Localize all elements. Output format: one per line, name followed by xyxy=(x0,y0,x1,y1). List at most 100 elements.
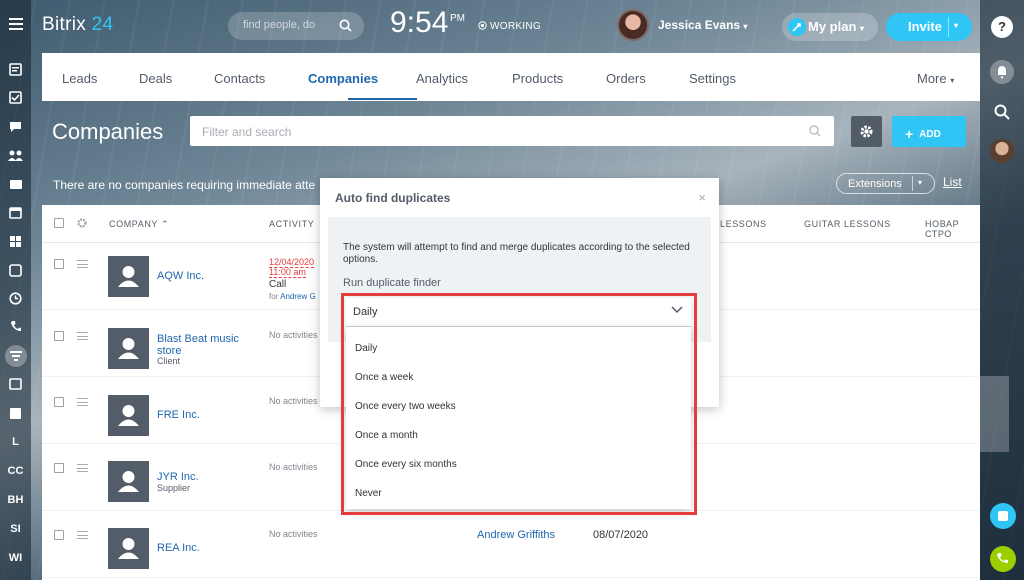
global-search-input[interactable]: find people, do xyxy=(228,12,364,40)
activity-status: No activities xyxy=(269,529,318,539)
tab-settings[interactable]: Settings xyxy=(689,71,736,86)
activity-for: for Andrew G xyxy=(269,292,316,301)
row-checkbox[interactable] xyxy=(54,259,64,269)
chevron-down-icon: ▾ xyxy=(950,76,955,85)
chevron-down-icon: ▾ xyxy=(743,22,748,31)
chevron-right-icon xyxy=(957,402,970,426)
status-dot-icon xyxy=(478,21,487,30)
settings-button[interactable] xyxy=(851,116,882,147)
search-icon xyxy=(809,125,821,137)
sidebar-label-wi[interactable]: WI xyxy=(0,552,31,564)
company-logo-placeholder xyxy=(108,528,149,569)
filter-search-input[interactable]: Filter and search xyxy=(190,116,834,146)
dialog-description: The system will attempt to find and merg… xyxy=(343,242,690,265)
clock[interactable]: 9:54 PM xyxy=(390,6,465,40)
open-lines-icon[interactable] xyxy=(990,503,1016,529)
rocket-icon xyxy=(788,18,806,36)
dialog-title: Auto find duplicates xyxy=(335,191,451,205)
select-all-checkbox[interactable] xyxy=(54,218,64,228)
run-finder-label: Run duplicate finder xyxy=(343,277,441,289)
clock-icon[interactable] xyxy=(0,292,31,305)
tab-more[interactable]: More ▾ xyxy=(917,71,954,86)
contact-center-icon[interactable] xyxy=(0,407,31,420)
gear-icon xyxy=(860,125,873,138)
column-lessons[interactable]: LESSONS xyxy=(720,219,767,229)
highlight-box xyxy=(341,293,697,515)
sidebar-label-l[interactable]: L xyxy=(0,436,31,448)
my-plan-button[interactable]: My plan ▾ xyxy=(782,13,878,41)
created-date: 08/07/2020 xyxy=(593,529,649,541)
row-checkbox[interactable] xyxy=(54,530,64,540)
row-checkbox[interactable] xyxy=(54,463,64,473)
table-row[interactable]: REA Inc. No activities Andrew Griffiths … xyxy=(42,512,980,578)
sites-icon[interactable] xyxy=(0,378,31,390)
apps-icon[interactable] xyxy=(0,235,31,248)
row-menu-icon[interactable] xyxy=(77,260,88,268)
row-menu-icon[interactable] xyxy=(77,531,88,539)
row-checkbox[interactable] xyxy=(54,331,64,341)
sidebar-label-bh[interactable]: BH xyxy=(0,494,31,506)
add-button[interactable]: + ADD xyxy=(892,116,966,147)
drive-icon[interactable] xyxy=(0,178,31,190)
help-icon[interactable]: ? xyxy=(991,16,1013,38)
calendar-icon[interactable] xyxy=(0,206,31,219)
crm-icon[interactable] xyxy=(0,345,31,369)
tasks-icon[interactable] xyxy=(0,91,31,104)
feed-icon[interactable] xyxy=(0,63,31,76)
tab-leads[interactable]: Leads xyxy=(62,71,97,86)
column-activity[interactable]: ACTIVITY xyxy=(269,219,314,229)
company-type: Client xyxy=(157,356,181,366)
hamburger-menu-icon[interactable] xyxy=(0,18,31,30)
row-checkbox[interactable] xyxy=(54,397,64,407)
row-menu-icon[interactable] xyxy=(77,398,88,406)
row-menu-icon[interactable] xyxy=(77,332,88,340)
sidebar-label-cc[interactable]: CC xyxy=(0,465,31,477)
phone-icon[interactable] xyxy=(0,320,31,332)
active-tab-indicator xyxy=(348,98,417,100)
row-menu-icon[interactable] xyxy=(77,464,88,472)
gear-icon[interactable] xyxy=(76,217,88,229)
list-view-toggle[interactable]: List xyxy=(943,175,962,189)
right-sidebar: ? xyxy=(980,0,1024,580)
scroll-right-button[interactable] xyxy=(939,376,1009,452)
search-icon[interactable] xyxy=(994,104,1010,123)
column-novar[interactable]: НОВАР СТРО xyxy=(925,219,980,239)
company-logo-placeholder xyxy=(108,461,149,502)
activity-status: No activities xyxy=(269,462,318,472)
chevron-down-icon[interactable]: ▾ xyxy=(954,21,958,30)
groups-icon[interactable] xyxy=(0,149,31,161)
sidebar-label-si[interactable]: SI xyxy=(0,523,31,535)
company-type: Supplier xyxy=(157,483,191,493)
contact-avatar[interactable] xyxy=(990,139,1014,163)
page-title: Companies xyxy=(52,119,164,144)
user-avatar[interactable] xyxy=(617,9,649,41)
close-icon[interactable]: × xyxy=(698,190,706,205)
column-company[interactable]: COMPANY ⌃ xyxy=(109,219,169,230)
responsible-link[interactable]: Andrew Griffiths xyxy=(477,529,555,541)
plus-icon: + xyxy=(905,126,914,142)
extensions-button[interactable]: Extensions ▾ xyxy=(836,173,935,194)
sync-icon[interactable] xyxy=(0,264,31,277)
user-menu[interactable]: Jessica Evans ▾ xyxy=(658,18,747,32)
tab-products[interactable]: Products xyxy=(512,71,563,86)
company-name-link[interactable]: AQW Inc. xyxy=(157,270,204,282)
activity-status: No activities xyxy=(269,396,318,406)
tab-orders[interactable]: Orders xyxy=(606,71,646,86)
tab-deals[interactable]: Deals xyxy=(139,71,172,86)
work-status[interactable]: WORKING xyxy=(478,21,541,32)
company-name-link[interactable]: Blast Beat music store xyxy=(157,333,257,357)
column-guitar-lessons[interactable]: GUITAR LESSONS xyxy=(804,219,891,229)
notifications-icon[interactable] xyxy=(990,60,1014,84)
tab-analytics[interactable]: Analytics xyxy=(416,71,468,86)
chat-icon[interactable] xyxy=(0,120,31,133)
invite-button[interactable]: Invite ▾ xyxy=(886,13,972,41)
company-name-link[interactable]: JYR Inc. xyxy=(157,471,199,483)
app-logo[interactable]: Bitrix 24 xyxy=(42,14,113,36)
company-name-link[interactable]: FRE Inc. xyxy=(157,409,200,421)
company-name-link[interactable]: REA Inc. xyxy=(157,542,200,554)
activity-kind[interactable]: Call xyxy=(269,279,286,290)
activity-time[interactable]: 11:00 am xyxy=(269,267,306,278)
call-icon[interactable] xyxy=(990,546,1016,572)
tab-contacts[interactable]: Contacts xyxy=(214,71,265,86)
tab-companies[interactable]: Companies xyxy=(308,71,378,86)
